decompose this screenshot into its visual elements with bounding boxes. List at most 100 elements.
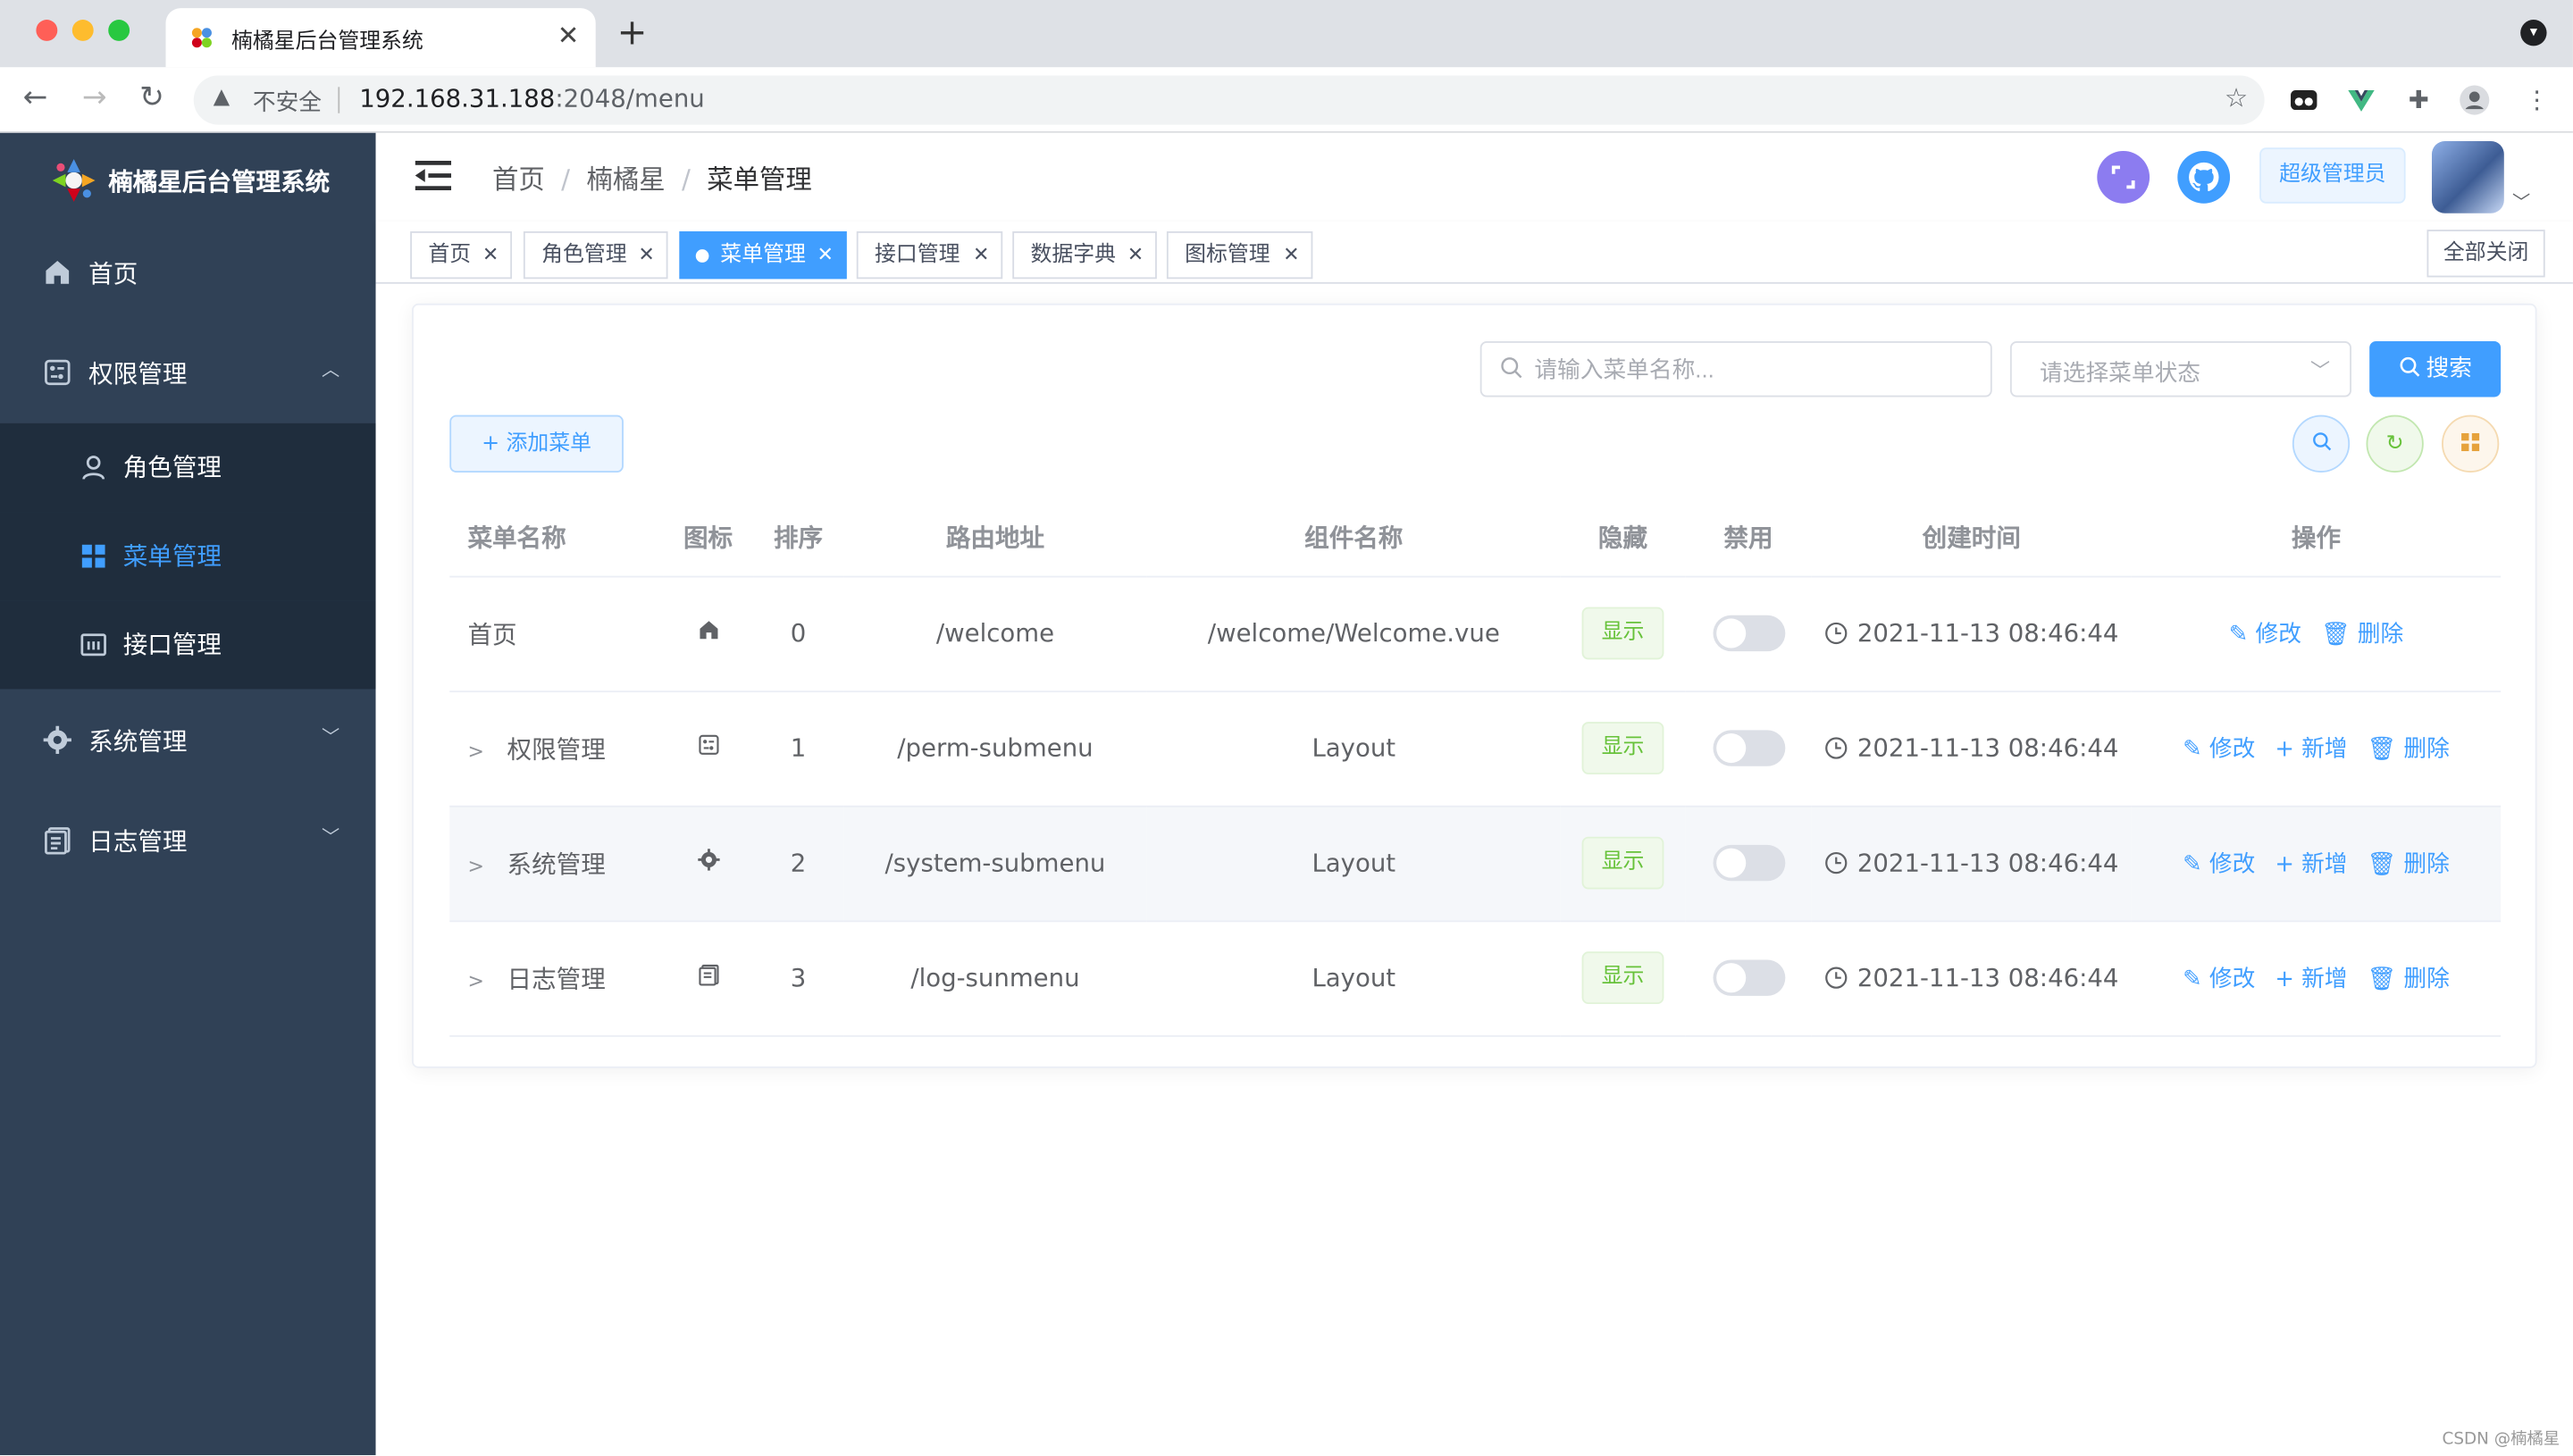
tag-icon[interactable]: 图标管理 ✕ <box>1166 230 1313 280</box>
disable-toggle[interactable] <box>1712 959 1785 996</box>
column-header: 排序 <box>753 498 844 577</box>
disable-toggle[interactable] <box>1712 615 1785 652</box>
breadcrumb-item[interactable]: 首页 <box>492 164 545 196</box>
window-zoom-button[interactable] <box>108 20 130 41</box>
toggle-search-button[interactable] <box>2292 414 2351 473</box>
refresh-button[interactable]: ↻ <box>2366 414 2424 473</box>
edit-button[interactable]: ✎ 修改 <box>2183 851 2255 877</box>
status-select[interactable]: 请选择菜单状态 ﹀ <box>2009 341 2351 397</box>
tag-menu[interactable]: 菜单管理 ✕ <box>679 230 847 280</box>
browser-tab[interactable]: 楠橘星后台管理系统 ✕ <box>165 8 596 68</box>
tag-role[interactable]: 角色管理 ✕ <box>523 230 668 280</box>
actions-cell: ✎ 修改 🗑 删除 <box>2131 575 2502 692</box>
tab-search-icon[interactable]: ▾ <box>2520 20 2547 46</box>
browser-menu-icon[interactable]: ⋮ <box>2520 84 2553 117</box>
add-child-button[interactable]: + 新增 <box>2275 737 2347 763</box>
browser-tab-close-icon[interactable]: ✕ <box>557 20 580 51</box>
close-icon[interactable]: ✕ <box>973 233 989 278</box>
status-badge: 显示 <box>1581 836 1664 890</box>
delete-button[interactable]: 🗑 删除 <box>2368 851 2450 877</box>
github-icon[interactable] <box>2177 150 2231 204</box>
expand-arrow-icon[interactable]: > <box>467 739 490 762</box>
document-icon <box>698 964 718 986</box>
collapse-menu-icon[interactable] <box>415 160 452 191</box>
expand-arrow-icon[interactable]: > <box>467 854 490 877</box>
columns-button[interactable] <box>2442 414 2500 473</box>
path-cell: /log-sunmenu <box>843 920 1147 1036</box>
tag-api[interactable]: 接口管理 ✕ <box>856 230 1003 280</box>
delete-button[interactable]: 🗑 删除 <box>2368 966 2450 992</box>
actions-cell: ✎ 修改 + 新增 🗑 删除 <box>2131 690 2502 807</box>
edit-button[interactable]: ✎ 修改 <box>2183 966 2255 992</box>
table-row[interactable]: > 权限管理 1 /perm-submenu Layout 显示 2021-11-… <box>449 690 2502 807</box>
expand-arrow-icon[interactable]: > <box>467 969 490 992</box>
back-icon[interactable]: ← <box>23 80 48 115</box>
app-logo <box>52 159 96 202</box>
url-divider <box>338 87 340 113</box>
delete-button[interactable]: 🗑 删除 <box>2368 737 2450 763</box>
close-icon[interactable]: ✕ <box>638 233 654 278</box>
sidebar-item-log[interactable]: 日志管理 ﹀ <box>0 796 376 888</box>
add-child-button[interactable]: + 新增 <box>2275 966 2347 992</box>
sidebar-item-menu[interactable]: 菜单管理 <box>0 512 376 601</box>
sidebar-item-label: 日志管理 <box>88 826 188 857</box>
sidebar-item-label: 接口管理 <box>122 630 222 660</box>
edit-button[interactable]: ✎ 修改 <box>2183 737 2255 763</box>
sidebar-item-role[interactable]: 角色管理 <box>0 423 376 513</box>
table-row[interactable]: 首页 0 /welcome /welcome/Welcome.vue 显示 20… <box>449 575 2502 692</box>
sidebar-item-permission[interactable]: 权限管理 ︿ <box>0 328 376 420</box>
tag-home[interactable]: 首页 ✕ <box>410 230 513 280</box>
component-cell: Layout <box>1146 805 1561 922</box>
menu-name-cell: > 权限管理 <box>449 690 664 807</box>
api-icon <box>80 633 106 657</box>
window-close-button[interactable] <box>36 20 58 41</box>
admin-role-badge[interactable]: 超级管理员 <box>2259 147 2406 204</box>
profile-icon[interactable] <box>2458 84 2491 117</box>
sidebar-item-label: 菜单管理 <box>122 541 222 572</box>
extensions-puzzle-icon[interactable]: ✚ <box>2402 84 2435 117</box>
table-row[interactable]: > 日志管理 3 /log-sunmenu Layout 显示 2021-11-1… <box>449 920 2502 1036</box>
close-icon[interactable]: ✕ <box>817 233 834 278</box>
menu-icon-cell <box>663 575 754 692</box>
new-tab-button[interactable]: + <box>617 13 648 54</box>
sidebar-item-home[interactable]: 首页 <box>0 228 376 320</box>
hidden-cell: 显示 <box>1560 805 1686 922</box>
reload-icon[interactable]: ↻ <box>139 80 164 115</box>
close-icon[interactable]: ✕ <box>1127 233 1144 278</box>
forward-icon[interactable]: → <box>82 80 107 115</box>
disable-toggle[interactable] <box>1712 844 1785 882</box>
delete-button[interactable]: 🗑 删除 <box>2321 622 2403 648</box>
window-minimize-button[interactable] <box>71 20 94 41</box>
close-icon[interactable]: ✕ <box>1283 233 1299 278</box>
table-row[interactable]: > 系统管理 2 /system-submenu Layout 显示 2021-1… <box>449 805 2502 922</box>
fullscreen-button[interactable] <box>2097 150 2150 204</box>
chevron-down-icon: ﹀ <box>2310 359 2331 382</box>
disable-toggle[interactable] <box>1712 730 1785 766</box>
add-menu-button[interactable]: + 添加菜单 <box>449 414 624 473</box>
sidebar-item-system[interactable]: 系统管理 ﹀ <box>0 696 376 788</box>
menu-icon-cell <box>663 920 754 1036</box>
order-cell: 1 <box>753 690 844 807</box>
vue-devtools-icon[interactable] <box>2345 84 2378 117</box>
close-icon[interactable]: ✕ <box>482 233 499 278</box>
tag-dict[interactable]: 数据字典 ✕ <box>1012 230 1157 280</box>
edit-button[interactable]: ✎ 修改 <box>2229 622 2301 648</box>
delete-label: 删除 <box>2403 851 2450 878</box>
sidebar-item-label: 角色管理 <box>122 452 222 482</box>
edit-label: 修改 <box>2208 736 2256 764</box>
sidebar-item-api[interactable]: 接口管理 <box>0 600 376 690</box>
chevron-down-icon: ﹀ <box>321 726 340 749</box>
breadcrumb-item[interactable]: 楠橘星 <box>586 164 665 196</box>
created-time: 2021-11-13 08:46:44 <box>1856 733 2119 764</box>
close-all-button[interactable]: 全部关闭 <box>2426 230 2545 278</box>
watermark: CSDN @楠橘星 <box>2442 1430 2560 1449</box>
search-button[interactable]: 搜索 <box>2369 341 2502 397</box>
chevron-down-icon[interactable]: ﹀ <box>2512 188 2530 214</box>
url-field[interactable]: ▲ 不安全 192.168.31.188:2048/menu ☆ <box>193 75 2265 125</box>
avatar[interactable] <box>2431 140 2504 213</box>
search-input[interactable] <box>1534 352 1978 386</box>
bookmark-star-icon[interactable]: ☆ <box>2225 82 2248 113</box>
search-input-wrapper[interactable] <box>1479 341 1992 397</box>
extension-glasses-icon[interactable] <box>2287 84 2320 117</box>
add-child-button[interactable]: + 新增 <box>2275 851 2347 877</box>
